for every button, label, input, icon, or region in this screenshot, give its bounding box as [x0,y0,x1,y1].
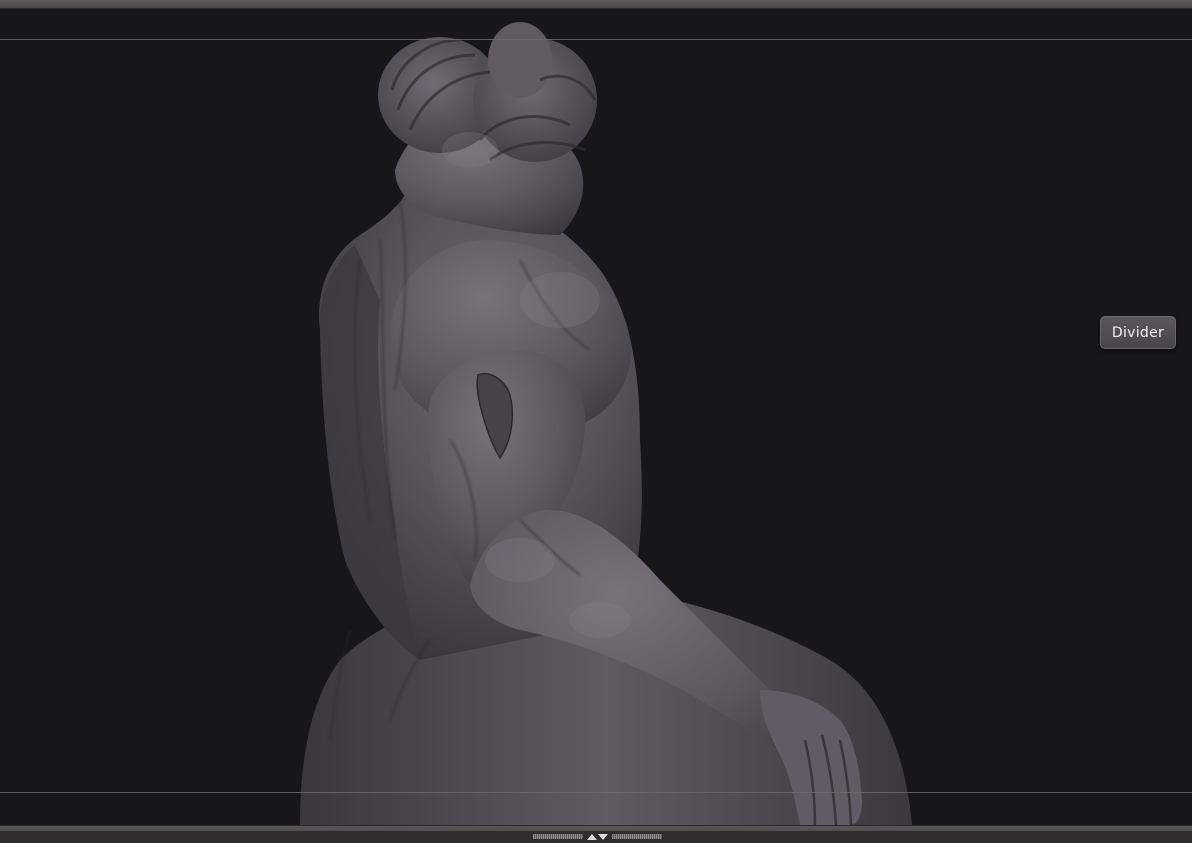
divider-tooltip: Divider [1100,316,1176,349]
collapse-expand-arrows-icon[interactable] [583,832,612,841]
sculpt-viewport[interactable]: Divider [0,0,1192,843]
arrow-up-icon [587,833,597,840]
bottom-guide-line [0,792,1192,793]
sculpt-canvas[interactable] [0,0,1192,843]
arrow-down-icon [598,833,608,840]
top-guide-line [0,39,1192,40]
divider-collapse-handle[interactable] [533,832,662,841]
right-grip[interactable] [612,834,662,839]
tooltip-label: Divider [1111,324,1165,341]
left-grip[interactable] [533,834,583,839]
